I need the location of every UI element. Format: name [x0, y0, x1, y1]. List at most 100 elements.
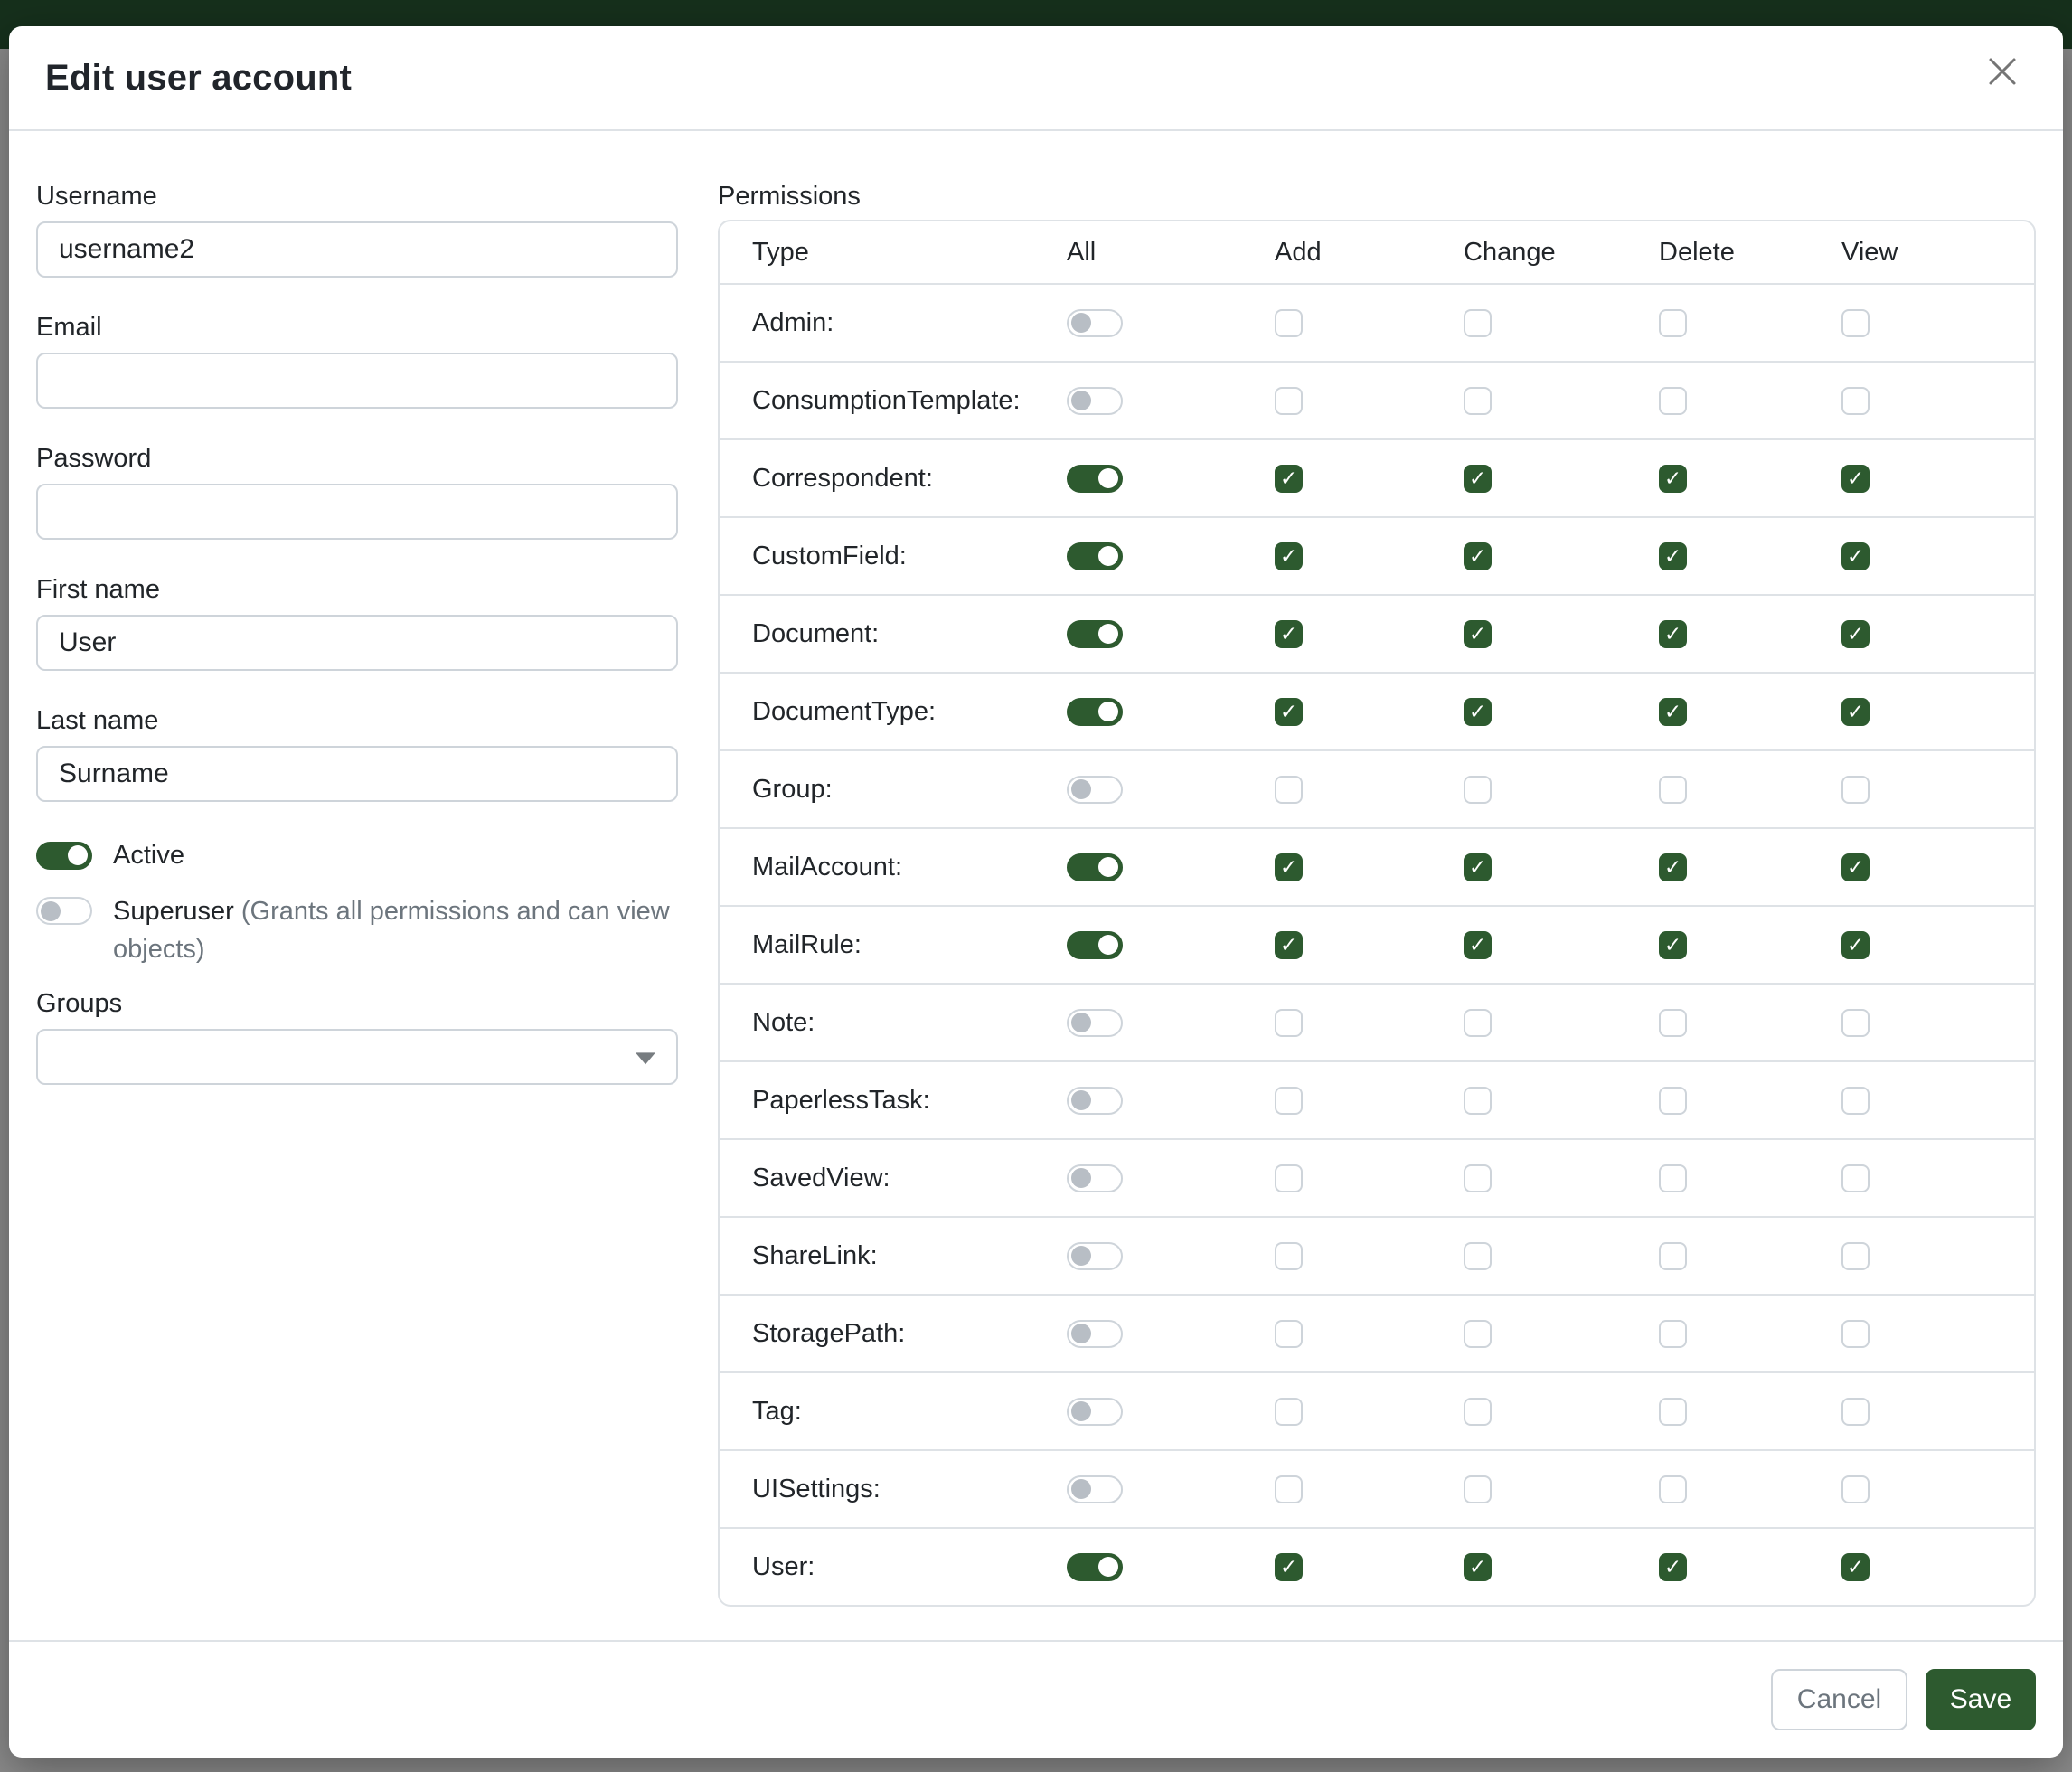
checkbox-add-mailaccount[interactable]	[1275, 853, 1303, 881]
checkbox-view-uisettings[interactable]	[1841, 1475, 1870, 1503]
toggle-all-mailaccount[interactable]	[1067, 853, 1123, 881]
checkbox-add-correspondent[interactable]	[1275, 465, 1303, 493]
checkbox-delete-admin[interactable]	[1659, 309, 1687, 337]
toggle-all-group[interactable]	[1067, 776, 1123, 804]
checkbox-add-admin[interactable]	[1275, 309, 1303, 337]
checkbox-add-customfield[interactable]	[1275, 542, 1303, 570]
checkbox-change-user[interactable]	[1464, 1553, 1492, 1581]
toggle-all-note[interactable]	[1067, 1009, 1123, 1037]
groups-select[interactable]	[36, 1029, 678, 1085]
last-name-input[interactable]	[36, 746, 678, 802]
checkbox-add-consumptiontemplate[interactable]	[1275, 387, 1303, 415]
superuser-toggle[interactable]	[36, 897, 92, 925]
checkbox-delete-documenttype[interactable]	[1659, 698, 1687, 726]
checkbox-change-document[interactable]	[1464, 620, 1492, 648]
toggle-all-document[interactable]	[1067, 620, 1123, 648]
toggle-all-user[interactable]	[1067, 1553, 1123, 1581]
toggle-all-consumptiontemplate[interactable]	[1067, 387, 1123, 415]
checkbox-view-mailaccount[interactable]	[1841, 853, 1870, 881]
password-input[interactable]	[36, 484, 678, 540]
permission-type-cell: SavedView:	[720, 1164, 1067, 1193]
checkbox-change-storagepath[interactable]	[1464, 1320, 1492, 1348]
checkbox-add-documenttype[interactable]	[1275, 698, 1303, 726]
username-input[interactable]	[36, 222, 678, 278]
checkbox-change-admin[interactable]	[1464, 309, 1492, 337]
checkbox-delete-user[interactable]	[1659, 1553, 1687, 1581]
checkbox-delete-uisettings[interactable]	[1659, 1475, 1687, 1503]
checkbox-change-savedview[interactable]	[1464, 1164, 1492, 1192]
toggle-all-savedview[interactable]	[1067, 1164, 1123, 1192]
checkbox-change-note[interactable]	[1464, 1009, 1492, 1037]
toggle-all-admin[interactable]	[1067, 309, 1123, 337]
checkbox-add-user[interactable]	[1275, 1553, 1303, 1581]
checkbox-view-note[interactable]	[1841, 1009, 1870, 1037]
toggle-all-storagepath[interactable]	[1067, 1320, 1123, 1348]
permission-row: Note:	[720, 983, 2034, 1060]
checkbox-delete-mailaccount[interactable]	[1659, 853, 1687, 881]
checkbox-change-paperlesstask[interactable]	[1464, 1087, 1492, 1115]
toggle-all-paperlesstask[interactable]	[1067, 1087, 1123, 1115]
checkbox-delete-document[interactable]	[1659, 620, 1687, 648]
toggle-all-uisettings[interactable]	[1067, 1475, 1123, 1503]
checkbox-delete-sharelink[interactable]	[1659, 1242, 1687, 1270]
checkbox-delete-group[interactable]	[1659, 776, 1687, 804]
checkbox-change-group[interactable]	[1464, 776, 1492, 804]
checkbox-change-sharelink[interactable]	[1464, 1242, 1492, 1270]
checkbox-add-storagepath[interactable]	[1275, 1320, 1303, 1348]
checkbox-add-mailrule[interactable]	[1275, 931, 1303, 959]
checkbox-view-documenttype[interactable]	[1841, 698, 1870, 726]
checkbox-change-consumptiontemplate[interactable]	[1464, 387, 1492, 415]
checkbox-delete-savedview[interactable]	[1659, 1164, 1687, 1192]
checkbox-delete-consumptiontemplate[interactable]	[1659, 387, 1687, 415]
checkbox-view-admin[interactable]	[1841, 309, 1870, 337]
checkbox-add-paperlesstask[interactable]	[1275, 1087, 1303, 1115]
checkbox-view-storagepath[interactable]	[1841, 1320, 1870, 1348]
checkbox-view-correspondent[interactable]	[1841, 465, 1870, 493]
cancel-button[interactable]: Cancel	[1771, 1669, 1907, 1730]
toggle-all-documenttype[interactable]	[1067, 698, 1123, 726]
email-input[interactable]	[36, 353, 678, 409]
toggle-all-sharelink[interactable]	[1067, 1242, 1123, 1270]
checkbox-delete-storagepath[interactable]	[1659, 1320, 1687, 1348]
checkbox-add-group[interactable]	[1275, 776, 1303, 804]
checkbox-delete-tag[interactable]	[1659, 1398, 1687, 1426]
checkbox-view-mailrule[interactable]	[1841, 931, 1870, 959]
checkbox-view-consumptiontemplate[interactable]	[1841, 387, 1870, 415]
toggle-all-mailrule[interactable]	[1067, 931, 1123, 959]
permission-row: Group:	[720, 749, 2034, 827]
checkbox-change-customfield[interactable]	[1464, 542, 1492, 570]
checkbox-change-mailrule[interactable]	[1464, 931, 1492, 959]
checkbox-view-tag[interactable]	[1841, 1398, 1870, 1426]
checkbox-view-savedview[interactable]	[1841, 1164, 1870, 1192]
checkbox-delete-mailrule[interactable]	[1659, 931, 1687, 959]
checkbox-view-group[interactable]	[1841, 776, 1870, 804]
checkbox-add-uisettings[interactable]	[1275, 1475, 1303, 1503]
checkbox-change-mailaccount[interactable]	[1464, 853, 1492, 881]
toggle-all-customfield[interactable]	[1067, 542, 1123, 570]
checkbox-add-note[interactable]	[1275, 1009, 1303, 1037]
checkbox-add-savedview[interactable]	[1275, 1164, 1303, 1192]
checkbox-change-uisettings[interactable]	[1464, 1475, 1492, 1503]
checkbox-change-tag[interactable]	[1464, 1398, 1492, 1426]
active-toggle[interactable]	[36, 842, 92, 870]
toggle-all-correspondent[interactable]	[1067, 465, 1123, 493]
checkbox-delete-correspondent[interactable]	[1659, 465, 1687, 493]
checkbox-delete-customfield[interactable]	[1659, 542, 1687, 570]
checkbox-delete-note[interactable]	[1659, 1009, 1687, 1037]
checkbox-change-correspondent[interactable]	[1464, 465, 1492, 493]
checkbox-add-sharelink[interactable]	[1275, 1242, 1303, 1270]
checkbox-view-user[interactable]	[1841, 1553, 1870, 1581]
checkbox-change-documenttype[interactable]	[1464, 698, 1492, 726]
checkbox-view-customfield[interactable]	[1841, 542, 1870, 570]
checkbox-add-tag[interactable]	[1275, 1398, 1303, 1426]
first-name-input[interactable]	[36, 615, 678, 671]
close-button[interactable]	[1978, 47, 2027, 96]
checkbox-add-document[interactable]	[1275, 620, 1303, 648]
checkbox-view-sharelink[interactable]	[1841, 1242, 1870, 1270]
checkbox-view-paperlesstask[interactable]	[1841, 1087, 1870, 1115]
checkbox-view-document[interactable]	[1841, 620, 1870, 648]
save-button[interactable]: Save	[1926, 1669, 2036, 1730]
toggle-all-tag[interactable]	[1067, 1398, 1123, 1426]
column-header-delete: Delete	[1659, 238, 1735, 268]
checkbox-delete-paperlesstask[interactable]	[1659, 1087, 1687, 1115]
